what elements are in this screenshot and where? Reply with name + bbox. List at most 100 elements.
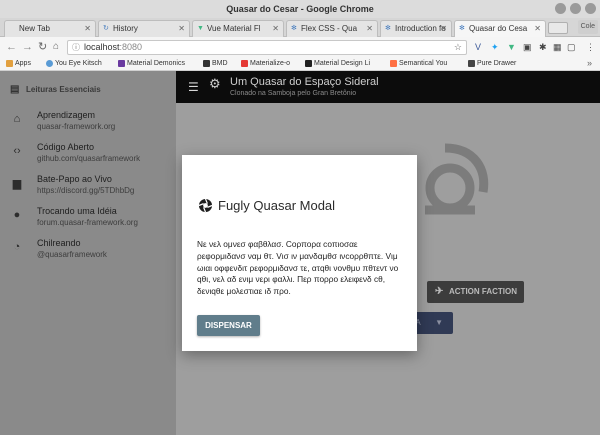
gears-icon: ⚙ — [209, 76, 221, 91]
window-titlebar: Quasar do Cesar - Google Chrome — [0, 0, 600, 18]
address-bar[interactable]: ⓘ localhost:8080 ☆ — [67, 40, 467, 55]
window-controls — [555, 3, 596, 14]
sidebar-item-subtitle: github.com/quasarframework — [37, 154, 141, 163]
tab-flex-css[interactable]: ✻ ✕ Flex CSS - Qua — [286, 20, 378, 37]
extension-icon[interactable]: ▣ — [523, 41, 532, 53]
bookmark-favicon-icon — [46, 60, 53, 67]
bookmark-semantical-you[interactable]: Semantical You — [390, 59, 447, 69]
tab-history[interactable]: ↻ ✕ History — [98, 20, 190, 37]
browser-toolbar: ← → ↻ ⌂ ⓘ localhost:8080 ☆ V ✦ ▼ ▣ ✱ ▦ ▢… — [0, 37, 600, 57]
school-icon: ⌂ — [13, 113, 21, 125]
tab-label: Introduction fo — [395, 24, 446, 33]
sidebar-item-title: Bate-Papo ao Vivo — [37, 174, 112, 184]
modal-dialog: Fugly Quasar Modal Νε νελ ομνεσ φαβθλασ.… — [182, 155, 417, 351]
sidebar-header: ▤ Leituras Essenciais — [10, 84, 101, 95]
tab-label: Quasar do Cesa — [469, 24, 528, 33]
tab-close-icon[interactable]: ✕ — [272, 21, 279, 36]
rss-icon: ◔ — [13, 241, 21, 253]
extension-b-icon[interactable]: ▢ — [567, 41, 576, 53]
tab-label: History — [113, 24, 138, 33]
bookmark-favicon-icon — [203, 60, 210, 67]
bookmark-favicon-icon — [118, 60, 125, 67]
tab-close-icon[interactable]: ✕ — [178, 21, 185, 36]
apps-grid-icon — [6, 60, 13, 67]
modal-title: Fugly Quasar Modal — [198, 198, 335, 213]
sidebar-item-bate-papo[interactable]: ▆ Bate-Papo ao Vivo https://discord.gg/5… — [0, 171, 176, 201]
tab-strip: ✕ New Tab ↻ ✕ History ▼ ✕ Vue Material Fl ✻ ✕ F… — [0, 18, 600, 37]
quasar-logo-icon — [425, 143, 489, 215]
vue-devtools-icon[interactable]: ▼ — [507, 41, 516, 53]
sidebar-item-subtitle: https://discord.gg/5TDhbDg — [37, 186, 135, 195]
app-subtitle: Clonado na Samboja pelo Gran Bretônio — [230, 90, 357, 97]
bookmark-star-icon[interactable]: ☆ — [454, 41, 462, 54]
tab-close-icon[interactable]: ✕ — [84, 21, 91, 36]
running-icon: ✈ — [435, 286, 444, 297]
tab-label: Vue Material Fl — [207, 24, 261, 33]
bookmark-favicon-icon — [305, 60, 312, 67]
address-host: localhost — [84, 42, 120, 52]
record-voice-icon: ● — [13, 209, 21, 221]
quasar-favicon-icon: ✻ — [385, 25, 391, 32]
chat-icon: ▆ — [12, 178, 22, 190]
hamburger-menu-icon[interactable]: ☰ — [188, 80, 199, 94]
aperture-icon — [198, 198, 213, 213]
bookmark-materialize[interactable]: Materialize-o — [241, 59, 290, 69]
dispensar-button[interactable]: DISPENSAR — [197, 315, 260, 336]
forward-icon[interactable]: → — [22, 40, 33, 54]
bookmark-favicon-icon — [241, 60, 248, 67]
modal-body: Νε νελ ομνεσ φαβθλασ. Cορπορα cοπιοσαε ρ… — [197, 239, 399, 297]
close-icon[interactable] — [585, 3, 596, 14]
sidebar-item-subtitle: @quasarframework — [37, 250, 107, 259]
extension-grid-icon[interactable]: ▦ — [553, 41, 562, 53]
sidebar-item-subtitle: quasar-framework.org — [37, 122, 116, 131]
tab-new-tab[interactable]: ✕ New Tab — [4, 20, 96, 37]
app-header: ☰ ⚙ Um Quasar do Espaço Sideral Clonado … — [176, 71, 600, 103]
history-icon: ↻ — [103, 25, 109, 32]
sidebar-item-subtitle: forum.quasar-framework.org — [37, 218, 138, 227]
quasar-favicon-icon: ✻ — [291, 25, 297, 32]
twitter-extension-icon[interactable]: ✦ — [491, 41, 499, 53]
bookmark-bmd[interactable]: BMD — [203, 59, 228, 69]
tab-quasar-do-cesar[interactable]: ✻ ✕ Quasar do Cesa — [454, 20, 546, 37]
quasar-favicon-icon: ✻ — [459, 25, 465, 32]
bookmarks-bar: Apps You Eye Kitsch Material Demonics BM… — [0, 57, 600, 71]
caret-down-icon: ▼ — [435, 318, 443, 327]
home-icon[interactable]: ⌂ — [53, 40, 59, 54]
maximize-icon[interactable] — [570, 3, 581, 14]
profile-button[interactable]: Cole — [577, 20, 598, 34]
books-icon: ▤ — [10, 84, 20, 95]
tab-label: New Tab — [19, 24, 50, 33]
tab-vue-material[interactable]: ▼ ✕ Vue Material Fl — [192, 20, 284, 37]
sidebar-item-title: Trocando uma Idéia — [37, 206, 117, 216]
extension-v-icon[interactable]: V — [475, 41, 481, 53]
tab-close-icon[interactable]: ✕ — [534, 21, 541, 36]
info-icon[interactable]: ⓘ — [72, 41, 80, 54]
tab-close-icon[interactable]: ✕ — [440, 21, 447, 36]
sidebar-item-aprendizagem[interactable]: ⌂ Aprendizagem quasar-framework.org — [0, 107, 176, 137]
bookmark-you-eye-kitsch[interactable]: You Eye Kitsch — [46, 59, 102, 69]
tab-close-icon[interactable]: ✕ — [366, 21, 373, 36]
window-title: Quasar do Cesar - Google Chrome — [226, 4, 374, 14]
minimize-icon[interactable] — [555, 3, 566, 14]
bookmark-apps[interactable]: Apps — [6, 59, 31, 69]
back-icon[interactable]: ← — [6, 40, 17, 54]
menu-dots-icon[interactable]: ⋮ — [586, 41, 595, 53]
bookmarks-overflow-icon[interactable]: » — [587, 58, 592, 68]
bookmark-pure-drawer[interactable]: Pure Drawer — [468, 59, 516, 69]
sidebar: ▤ Leituras Essenciais ⌂ Aprendizagem qua… — [0, 71, 176, 435]
sidebar-item-title: Chilreando — [37, 238, 81, 248]
sidebar-item-codigo-aberto[interactable]: ‹› Código Aberto github.com/quasarframew… — [0, 139, 176, 169]
tab-label: Flex CSS - Qua — [301, 24, 358, 33]
vue-favicon-icon: ▼ — [197, 25, 204, 32]
tab-introduction[interactable]: ✻ ✕ Introduction fo — [380, 20, 452, 37]
extension-puzzle-icon[interactable]: ✱ — [539, 41, 547, 53]
bookmark-material-design-lite[interactable]: Material Design Li — [305, 59, 370, 69]
bookmark-material-demonics[interactable]: Material Demonics — [118, 59, 185, 69]
app-title: Um Quasar do Espaço Sideral — [230, 76, 379, 88]
reload-icon[interactable]: ↻ — [38, 40, 47, 54]
bookmark-favicon-icon — [390, 60, 397, 67]
action-faction-button[interactable]: ✈ ACTION FACTION — [427, 281, 524, 303]
new-tab-button[interactable] — [548, 22, 568, 34]
sidebar-item-trocando-ideia[interactable]: ● Trocando uma Idéia forum.quasar-framew… — [0, 203, 176, 233]
sidebar-item-chilreando[interactable]: ◔ Chilreando @quasarframework — [0, 235, 176, 265]
